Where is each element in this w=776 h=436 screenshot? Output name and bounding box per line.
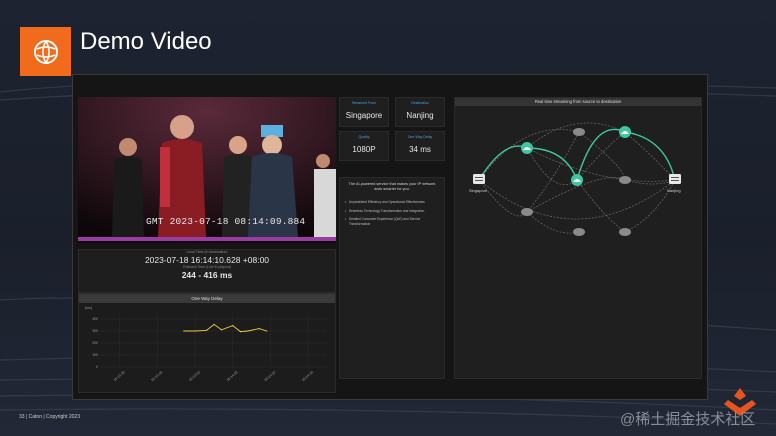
y-tick-label: 100 bbox=[92, 353, 98, 357]
caton-logo bbox=[20, 27, 71, 76]
video-timestamp-overlay: GMT 2023-07-18 08:14:09.884 bbox=[146, 216, 306, 227]
active-route bbox=[478, 128, 676, 181]
data-point bbox=[247, 330, 249, 332]
one-way-delay-chart-panel: One Way Delay (ms) 400 300 200 100 0 16:13:30 1… bbox=[78, 293, 336, 393]
data-point bbox=[220, 329, 223, 331]
y-tick-label: 200 bbox=[92, 341, 98, 345]
data-point bbox=[258, 328, 260, 330]
one-way-delay-chart: (ms) 400 300 200 100 0 16:13:30 16:13:40 16:13:5… bbox=[85, 306, 327, 382]
data-point bbox=[232, 325, 234, 327]
y-axis-label: (ms) bbox=[85, 306, 92, 310]
description-item: Unparalleled Efficiency and Operational … bbox=[345, 200, 439, 205]
destination-node[interactable] bbox=[669, 174, 681, 184]
card-value: Nanjing bbox=[406, 111, 434, 120]
cloud-icon bbox=[619, 228, 631, 236]
video-player[interactable]: GMT 2023-07-18 08:14:09.884 bbox=[78, 97, 336, 243]
network-map-panel: Real time streaming from source to desti… bbox=[454, 97, 702, 379]
source-label: Singapore bbox=[469, 188, 488, 193]
card-label: Streamed From bbox=[351, 101, 377, 105]
globe-icon bbox=[33, 39, 58, 64]
cloud-icon bbox=[521, 208, 533, 216]
active-cloud-node-1 bbox=[521, 142, 533, 154]
description-item: Detailed Consumer Experience (QoE) and S… bbox=[345, 217, 439, 226]
x-tick-label: 16:14:10 bbox=[263, 370, 276, 382]
x-tick-label: 16:13:50 bbox=[188, 370, 201, 382]
latency-range-value: 244 - 416 ms bbox=[181, 270, 233, 280]
x-tick-label: 16:14:00 bbox=[226, 370, 239, 382]
quality-card: Quality 1080P bbox=[339, 131, 389, 161]
cloud-icon bbox=[573, 128, 585, 136]
chart-title: One Way Delay bbox=[79, 294, 335, 303]
one-way-delay-card: One-Way Delay 34 ms bbox=[395, 131, 445, 161]
description-item: Seamless Technology Transformation and I… bbox=[345, 209, 439, 214]
card-label: One-Way Delay bbox=[407, 135, 433, 139]
active-cloud-node-2 bbox=[571, 174, 583, 186]
network-graph bbox=[473, 122, 681, 236]
cloud-icon bbox=[619, 176, 631, 184]
slide-footer: 33 | Caton | Copyright 2023 bbox=[19, 414, 80, 420]
card-label: Quality bbox=[358, 135, 370, 139]
time-panel: Local Time (In destination) 2023-07-18 1… bbox=[78, 249, 336, 293]
card-value: 34 ms bbox=[409, 145, 431, 154]
x-tick-label: 16:13:40 bbox=[150, 370, 163, 382]
dashboard-screen: GMT 2023-07-18 08:14:09.884 Local Time (… bbox=[72, 74, 708, 400]
info-column: Streamed From Singapore Destination Nanj… bbox=[339, 97, 445, 379]
data-point bbox=[213, 323, 215, 325]
network-map-title: Real time streaming from source to desti… bbox=[455, 98, 701, 106]
x-tick-label: 16:13:30 bbox=[113, 370, 126, 382]
y-tick-label: 0 bbox=[96, 365, 98, 369]
data-point bbox=[239, 331, 241, 333]
active-cloud-node-3 bbox=[619, 126, 631, 138]
card-label: Destination bbox=[411, 101, 429, 105]
card-value: 1080P bbox=[352, 145, 376, 154]
cloud-icon bbox=[573, 228, 585, 236]
description-heading: The AI-powered service that makes your I… bbox=[348, 182, 436, 191]
source-node[interactable] bbox=[473, 174, 485, 184]
description-panel: The AI-powered service that makes your I… bbox=[339, 177, 445, 379]
local-time-value: 2023-07-18 16:14:10.628 +08:00 bbox=[144, 255, 270, 265]
card-value: Singapore bbox=[345, 111, 383, 120]
y-tick-label: 300 bbox=[92, 329, 98, 333]
x-tick-label: 16:14:20 bbox=[301, 370, 314, 382]
slide-title: Demo Video bbox=[80, 28, 212, 55]
data-point bbox=[183, 330, 185, 332]
destination-label: Nanjing bbox=[667, 188, 681, 193]
watermark-text: @稀土掘金技术社区 bbox=[620, 411, 756, 428]
data-point bbox=[205, 329, 208, 331]
series-line bbox=[183, 323, 267, 333]
data-point bbox=[194, 330, 196, 332]
streamed-from-card: Streamed From Singapore bbox=[339, 97, 389, 127]
y-tick-label: 400 bbox=[92, 317, 98, 321]
destination-card: Destination Nanjing bbox=[395, 97, 445, 127]
data-point bbox=[266, 330, 268, 332]
left-column: GMT 2023-07-18 08:14:09.884 Local Time (… bbox=[78, 97, 336, 393]
